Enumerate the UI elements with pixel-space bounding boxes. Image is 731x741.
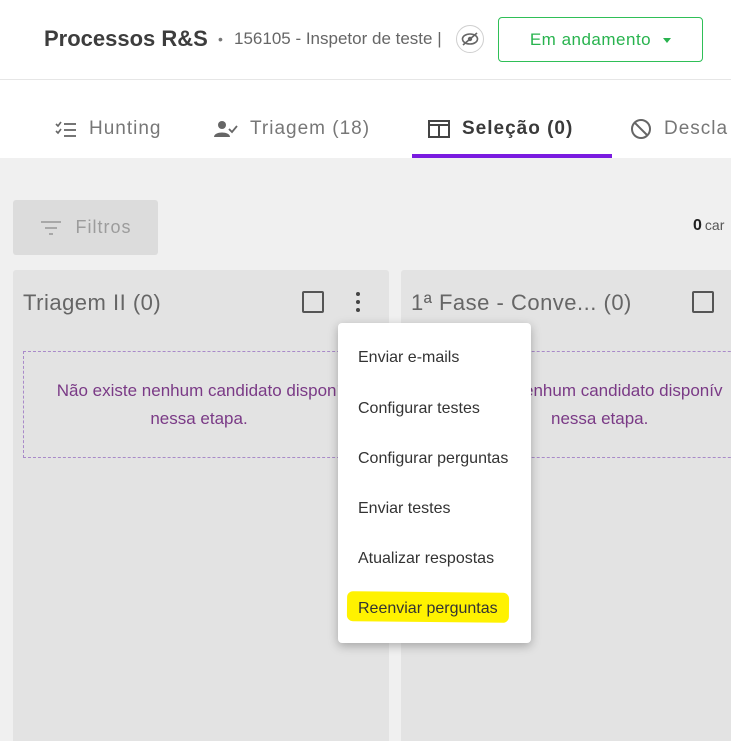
kebab-dot-icon: [356, 300, 360, 304]
tab-triagem[interactable]: Triagem (18): [214, 116, 370, 142]
process-subtitle: 156105 - Inspetor de teste |: [234, 29, 442, 48]
filters-label: Filtros: [75, 217, 132, 237]
column-select-checkbox[interactable]: [302, 291, 324, 313]
column-menu-button[interactable]: [351, 290, 365, 314]
tab-triagem-label: Triagem (18): [250, 118, 371, 139]
filter-icon: [40, 220, 61, 235]
filters-button[interactable]: Filtros: [13, 200, 158, 255]
empty-state-line: enhum candidato disponív: [524, 380, 723, 400]
stage-column-triagem-ii: Triagem II (0) Não existe nenhum candida…: [13, 270, 389, 741]
tab-desclassificados[interactable]: Descla: [630, 116, 728, 142]
menu-item-enviar-testes[interactable]: Enviar testes: [358, 500, 450, 518]
status-label: Em andamento: [529, 29, 652, 49]
tab-desclassificados-label: Descla: [664, 118, 729, 139]
tab-hunting[interactable]: Hunting: [55, 116, 162, 142]
column-title: Triagem II (0): [23, 290, 162, 315]
columns-icon: [428, 120, 450, 138]
tab-bar: Hunting Triagem (18) Seleção (0) Descla: [0, 80, 731, 158]
column-title: 1ª Fase - Conve... (0): [411, 290, 632, 315]
tab-hunting-label: Hunting: [89, 118, 162, 139]
empty-state-line: nessa etapa.: [150, 408, 248, 428]
visibility-toggle-button[interactable]: [456, 25, 484, 53]
menu-item-configurar-testes[interactable]: Configurar testes: [358, 400, 480, 418]
column-select-checkbox[interactable]: [692, 291, 714, 313]
eye-off-icon: [461, 32, 479, 46]
kebab-dot-icon: [356, 308, 360, 312]
empty-state-line: nessa etapa.: [551, 408, 649, 428]
menu-item-reenviar-perguntas[interactable]: Reenviar perguntas: [358, 600, 498, 618]
candidate-count-value: 0: [693, 217, 702, 234]
tab-selecao[interactable]: Seleção (0): [428, 116, 573, 142]
candidate-count: 0 car: [693, 217, 724, 235]
tab-selecao-label: Seleção (0): [462, 118, 574, 139]
header: Processos R&S • 156105 - Inspetor de tes…: [0, 0, 731, 80]
title-separator: •: [218, 31, 223, 47]
status-dropdown-button[interactable]: Em andamento: [498, 17, 703, 62]
menu-item-atualizar-respostas[interactable]: Atualizar respostas: [358, 550, 494, 568]
person-check-icon: [214, 121, 238, 137]
caret-down-icon: [663, 38, 672, 43]
page-title: Processos R&S: [44, 26, 208, 51]
menu-item-enviar-emails[interactable]: Enviar e-mails: [358, 349, 459, 367]
block-icon: [631, 119, 651, 139]
menu-item-configurar-perguntas[interactable]: Configurar perguntas: [358, 450, 508, 468]
empty-state: Não existe nenhum candidato disponí ness…: [23, 351, 375, 458]
checklist-icon: [55, 121, 76, 137]
candidate-count-label: car: [704, 217, 725, 233]
kebab-dot-icon: [356, 292, 360, 296]
page: Processos R&S • 156105 - Inspetor de tes…: [0, 0, 731, 741]
empty-state-line: Não existe nenhum candidato disponí: [56, 380, 342, 400]
